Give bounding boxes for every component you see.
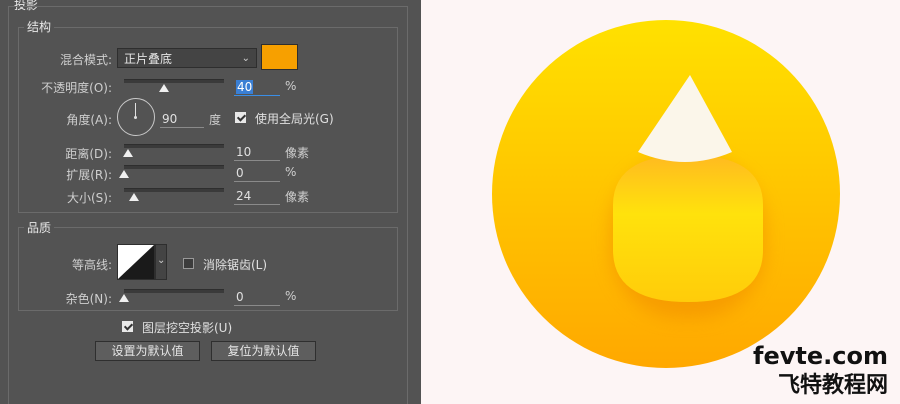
contour-label: 等高线: — [71, 258, 112, 272]
angle-dial-needle — [135, 103, 136, 117]
size-value: 24 — [236, 189, 252, 203]
angle-label: 角度(A): — [66, 113, 112, 127]
angle-value: 90 — [162, 112, 178, 126]
quality-title: 品质 — [24, 219, 55, 236]
opacity-slider-thumb[interactable] — [159, 84, 169, 92]
opacity-input[interactable]: 40 — [234, 79, 280, 96]
distance-value: 10 — [236, 145, 252, 159]
knockout-checkbox[interactable] — [122, 321, 133, 332]
spread-unit: % — [285, 165, 297, 179]
angle-unit: 度 — [209, 113, 222, 127]
blend-mode-select[interactable]: 正片叠底 ⌄ — [117, 48, 257, 68]
global-light-label: 使用全局光(G) — [255, 112, 334, 126]
section-divider-left — [8, 6, 9, 404]
opacity-slider-track[interactable] — [124, 79, 224, 83]
make-default-button[interactable]: 设置为默认值 — [95, 341, 200, 361]
global-light-checkbox[interactable] — [235, 112, 246, 123]
spread-value: 0 — [236, 166, 244, 180]
contour-dropdown-button[interactable]: ⌄ — [155, 244, 167, 280]
chevron-down-icon: ⌄ — [157, 255, 166, 266]
chevron-down-icon: ⌄ — [241, 53, 250, 64]
reset-default-button[interactable]: 复位为默认值 — [211, 341, 316, 361]
noise-value: 0 — [236, 290, 244, 304]
drop-body — [613, 155, 763, 302]
size-unit: 像素 — [285, 190, 310, 204]
distance-slider-thumb[interactable] — [123, 149, 133, 157]
noise-slider-thumb[interactable] — [119, 294, 129, 302]
noise-input[interactable]: 0 — [234, 289, 280, 306]
contour-curve-icon — [118, 245, 154, 279]
anti-alias-checkbox[interactable] — [183, 258, 194, 269]
watermark-domain: fevte.com — [753, 342, 888, 370]
size-label: 大小(S): — [66, 191, 112, 205]
distance-slider-track[interactable] — [124, 144, 224, 148]
shadow-color-swatch[interactable] — [261, 44, 298, 70]
section-divider — [8, 6, 408, 7]
size-slider-track[interactable] — [124, 188, 224, 192]
blend-mode-label: 混合模式: — [59, 53, 112, 67]
angle-dial[interactable] — [117, 98, 155, 136]
spread-slider-thumb[interactable] — [119, 170, 129, 178]
size-slider-thumb[interactable] — [129, 193, 139, 201]
layer-style-panel: 投影 结构 混合模式: 正片叠底 ⌄ 不透明度(O): 40 % 角度(A): … — [0, 0, 421, 404]
section-divider-right — [407, 6, 408, 404]
opacity-label: 不透明度(O): — [41, 81, 112, 95]
angle-input[interactable]: 90 — [160, 111, 204, 128]
blend-mode-value: 正片叠底 — [124, 52, 173, 66]
spread-slider-track[interactable] — [124, 165, 224, 169]
size-input[interactable]: 24 — [234, 188, 280, 205]
opacity-value: 40 — [236, 80, 254, 94]
watermark-site-name: 飞特教程网 — [777, 373, 888, 398]
angle-dial-center — [134, 116, 137, 119]
structure-title: 结构 — [24, 18, 55, 35]
opacity-unit: % — [285, 79, 297, 93]
distance-input[interactable]: 10 — [234, 144, 280, 161]
spread-label: 扩展(R): — [66, 168, 112, 182]
anti-alias-label: 消除锯齿(L) — [203, 258, 268, 272]
noise-slider-track[interactable] — [124, 289, 224, 293]
noise-unit: % — [285, 289, 297, 303]
distance-unit: 像素 — [285, 146, 310, 160]
spread-input[interactable]: 0 — [234, 165, 280, 182]
preview-canvas: fevte.com 飞特教程网 — [421, 0, 900, 404]
distance-label: 距离(D): — [65, 147, 112, 161]
noise-label: 杂色(N): — [65, 292, 112, 306]
knockout-label: 图层挖空投影(U) — [142, 321, 233, 335]
contour-preview[interactable] — [117, 244, 155, 280]
